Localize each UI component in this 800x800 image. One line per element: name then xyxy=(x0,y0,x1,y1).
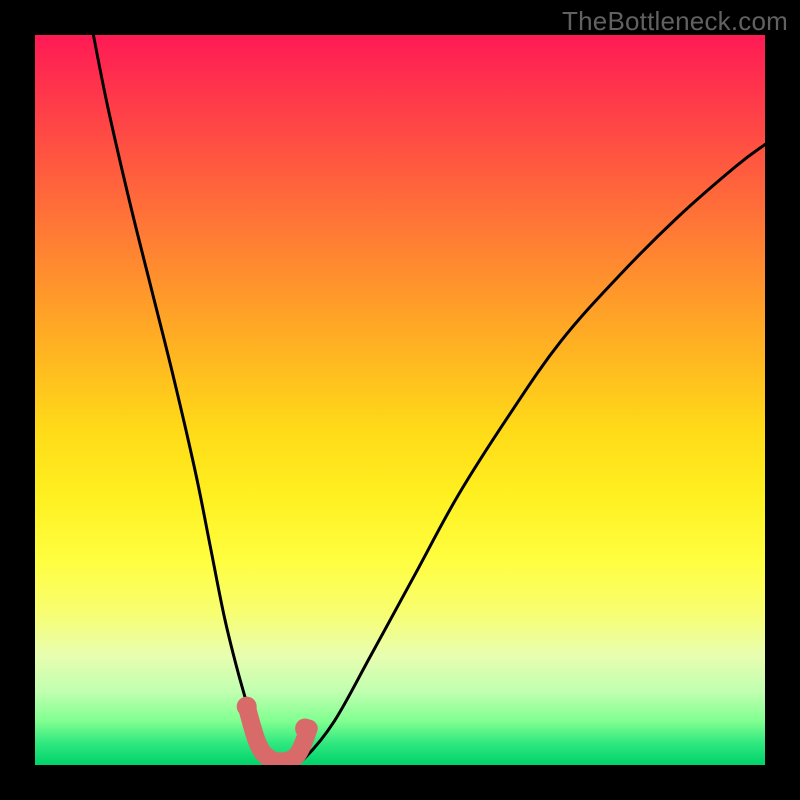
curve-marker-right xyxy=(295,719,315,739)
bottleneck-curve xyxy=(93,35,765,765)
chart-svg xyxy=(35,35,765,765)
chart-frame: TheBottleneck.com xyxy=(0,0,800,800)
curve-marker-left xyxy=(237,697,257,717)
watermark-text: TheBottleneck.com xyxy=(562,6,788,37)
chart-plot-area xyxy=(35,35,765,765)
